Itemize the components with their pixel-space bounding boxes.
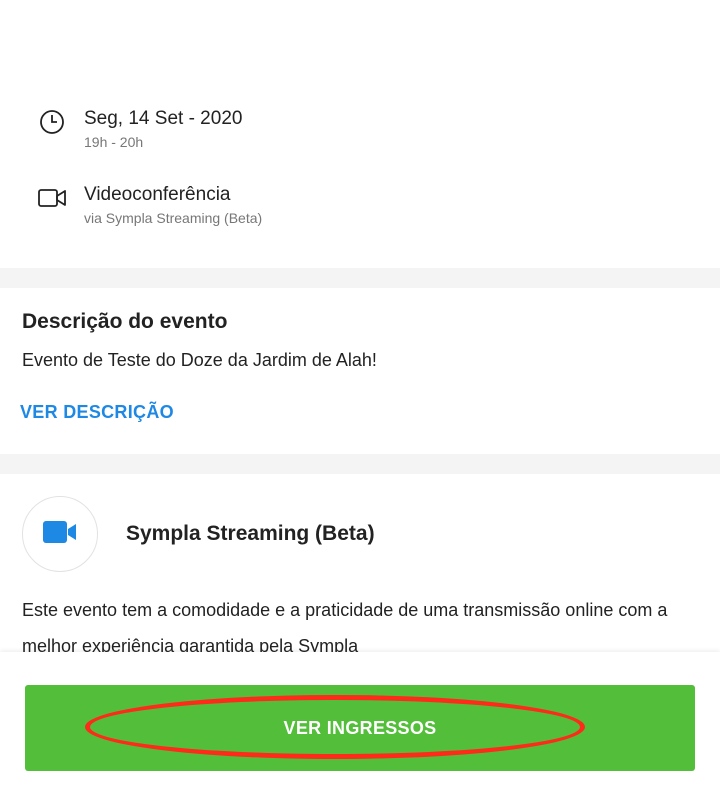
section-divider [0,454,720,474]
streaming-section: Sympla Streaming (Beta) Este evento tem … [0,474,720,656]
view-tickets-button[interactable]: VER INGRESSOS [25,685,695,771]
description-text: Evento de Teste do Doze da Jardim de Ala… [22,350,377,370]
section-divider [0,268,720,288]
view-description-link[interactable]: VER DESCRIÇÃO [20,402,174,423]
streaming-title: Sympla Streaming (Beta) [126,522,375,545]
event-info-section: Seg, 14 Set - 2020 19h - 20h Videoconfer… [0,0,720,268]
description-title: Descrição do evento [22,310,228,333]
bottom-action-bar: VER INGRESSOS [0,652,720,793]
event-time: 19h - 20h [84,134,144,150]
description-section: Descrição do evento Evento de Teste do D… [0,288,720,454]
event-date: Seg, 14 Set - 2020 [84,108,243,129]
view-tickets-label: VER INGRESSOS [283,717,437,738]
event-location-row: Videoconferência via Sympla Streaming (B… [38,182,262,228]
event-location-type: Videoconferência [84,184,231,205]
video-camera-icon [38,184,66,212]
event-location-platform: via Sympla Streaming (Beta) [84,210,263,226]
event-date-row: Seg, 14 Set - 2020 19h - 20h [38,106,242,152]
event-date-text: Seg, 14 Set - 2020 19h - 20h [84,106,242,152]
event-location-text: Videoconferência via Sympla Streaming (B… [84,182,262,228]
streaming-logo [22,496,98,572]
clock-icon [38,108,66,136]
video-camera-filled-icon [43,520,77,549]
